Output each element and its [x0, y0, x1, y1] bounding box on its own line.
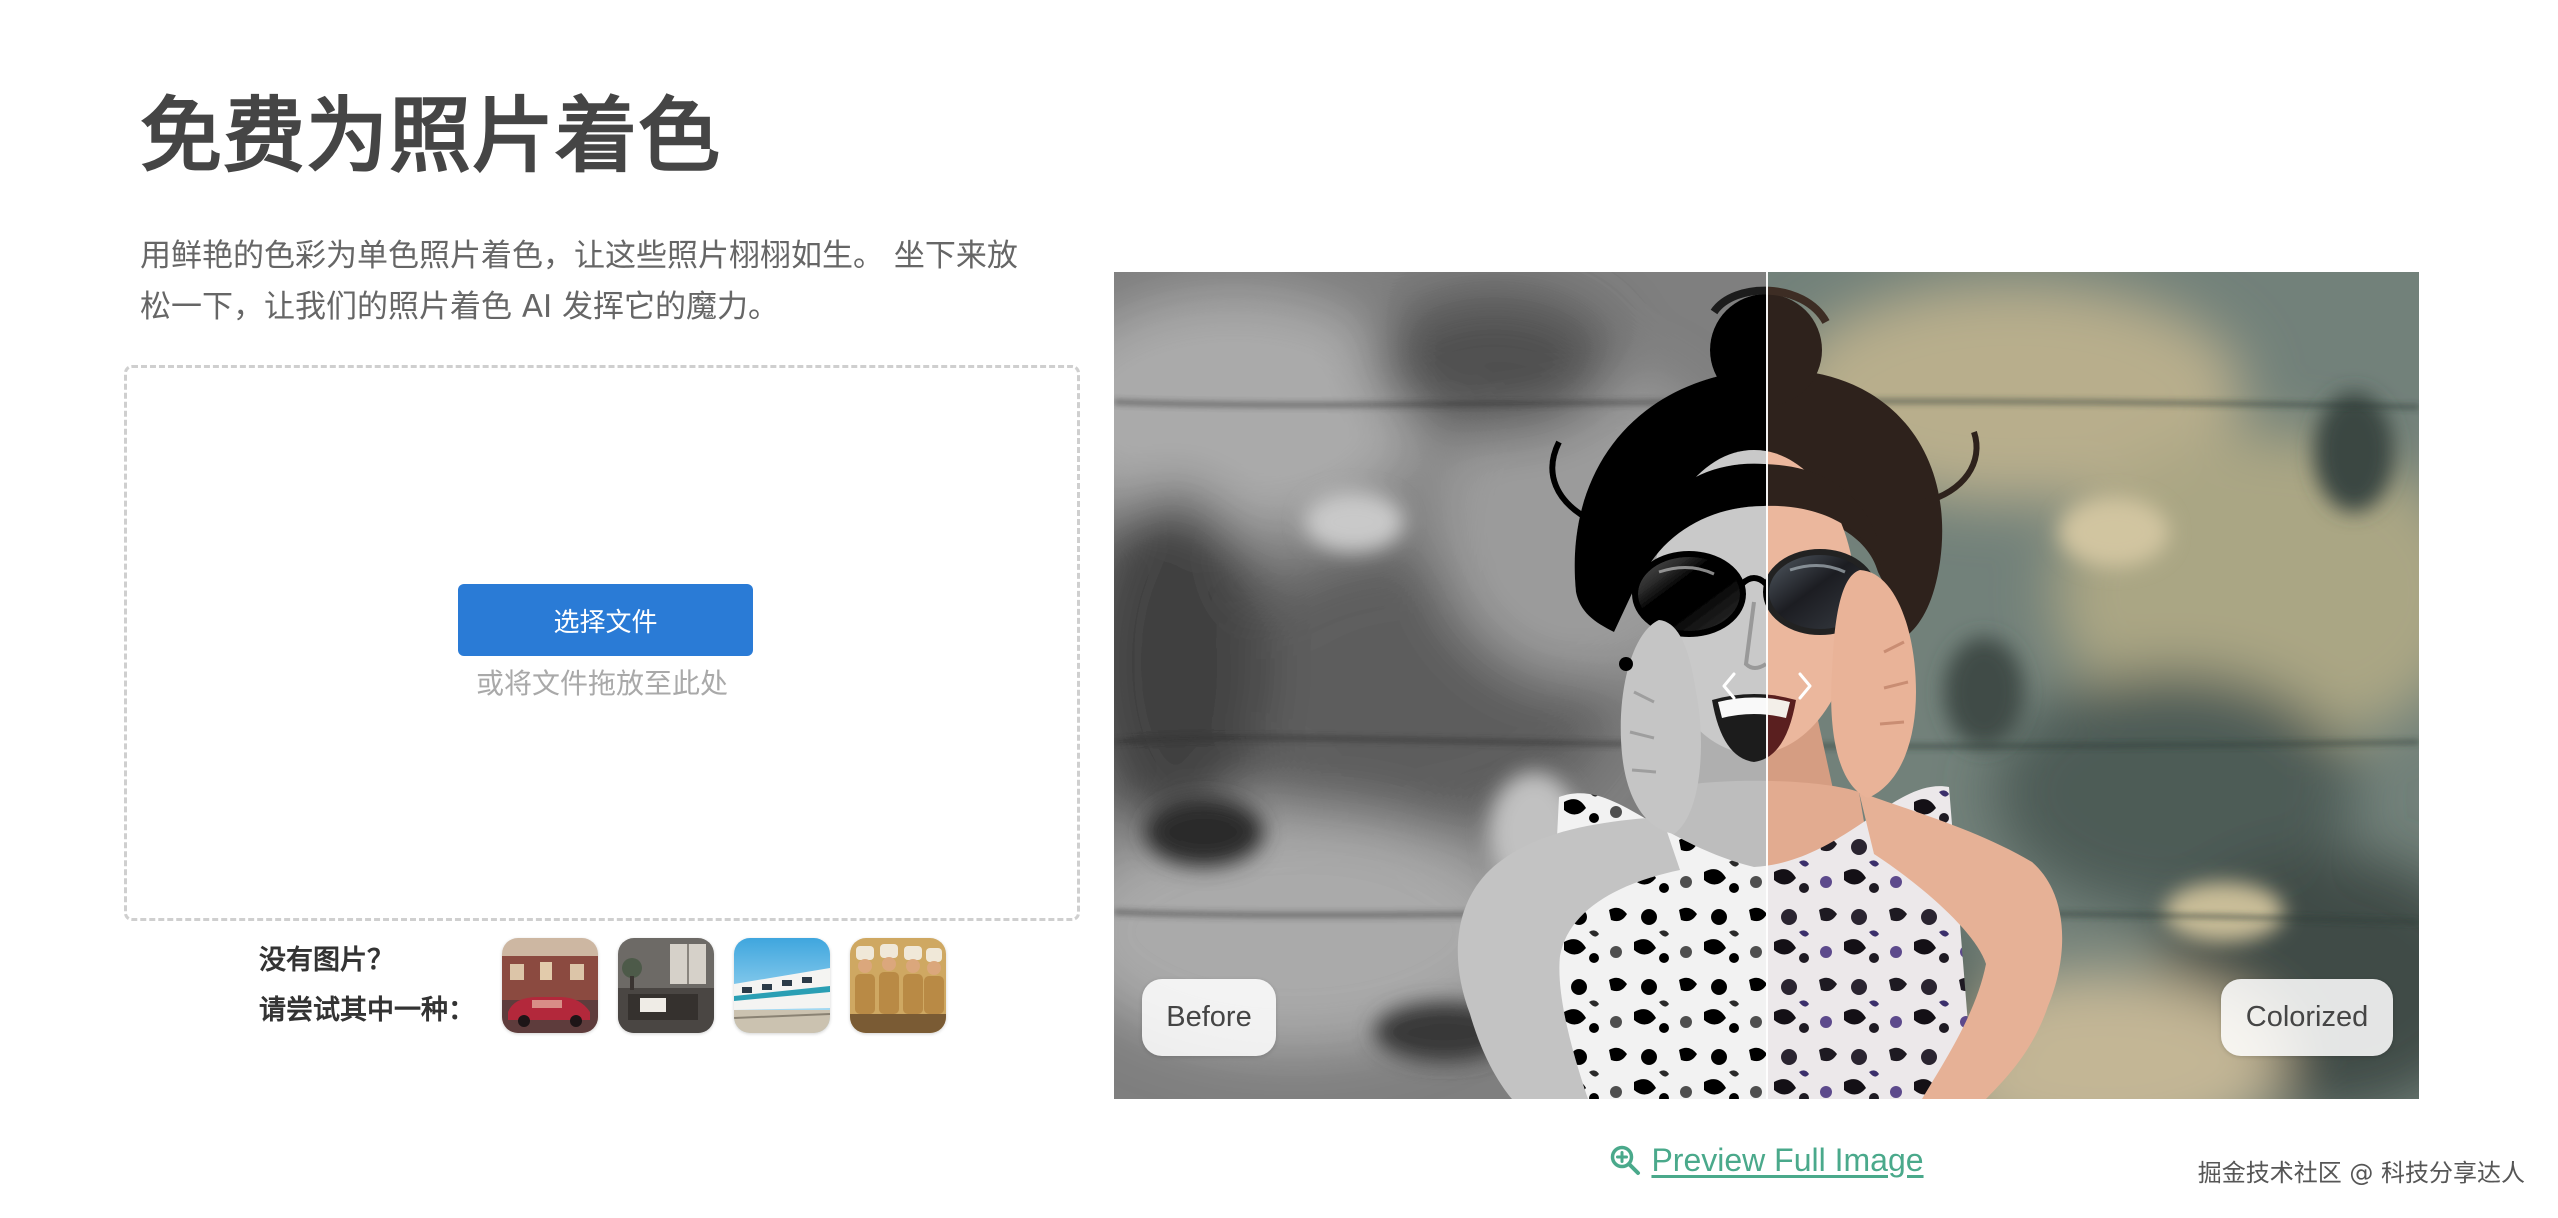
sample-prompt-line: 请尝试其中一种：	[259, 995, 475, 1026]
drop-hint: 或将文件拖放至此处	[475, 667, 728, 700]
colorized-label: Colorized	[2221, 979, 2393, 1056]
sample-prompt-line: 没有图片？	[259, 945, 394, 976]
choose-file-button[interactable]: 选择文件	[458, 584, 753, 656]
preview-link-label: Preview Full Image	[1651, 1142, 1924, 1178]
before-label: Before	[1142, 979, 1276, 1056]
sample-thumbnail-2[interactable]	[618, 938, 714, 1033]
chevron-right-icon	[1798, 672, 1811, 700]
watermark: 掘金技术社区 @ 科技分享达人	[2197, 1159, 2525, 1187]
sample-image	[850, 938, 946, 1033]
compare-divider[interactable]	[1722, 272, 1811, 1099]
page-title: 免费为照片着色	[140, 89, 722, 184]
before-after-comparison: Before Colorized	[1114, 272, 2419, 1099]
sample-thumbnail-1[interactable]	[502, 938, 598, 1033]
subtitle-line: 松一下，让我们的照片着色 AI 发挥它的魔力。	[140, 289, 780, 325]
chevron-left-icon	[1722, 672, 1735, 700]
sample-thumbnail-3[interactable]	[734, 938, 830, 1033]
sample-prompt: 没有图片？ 请尝试其中一种：	[259, 936, 475, 1036]
file-drop-zone[interactable]: 选择文件 或将文件拖放至此处	[124, 365, 1080, 921]
sample-image	[734, 938, 830, 1033]
sample-image	[502, 938, 598, 1033]
zoom-in-icon	[1611, 1145, 1641, 1175]
sample-thumbnail-4[interactable]	[850, 938, 946, 1033]
subtitle-line: 用鲜艳的色彩为单色照片着色，让这些照片栩栩如生。 坐下来放	[140, 238, 1018, 274]
sample-image	[618, 938, 714, 1033]
page-subtitle: 用鲜艳的色彩为单色照片着色，让这些照片栩栩如生。 坐下来放 松一下，让我们的照片…	[140, 231, 1018, 333]
